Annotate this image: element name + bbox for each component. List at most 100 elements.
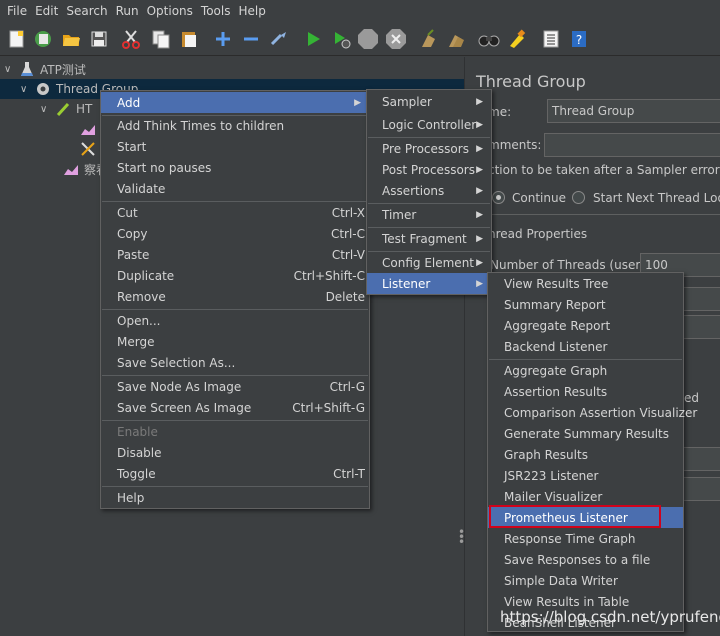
help-icon[interactable]: ? (568, 28, 590, 50)
menu-item-copy[interactable]: Copy Ctrl-C (101, 223, 369, 244)
save-icon[interactable] (88, 28, 110, 50)
stop-icon[interactable] (357, 28, 379, 50)
menu-item-start[interactable]: Start (101, 136, 369, 157)
loop-count-field[interactable] (682, 315, 720, 339)
splitter-grip-icon[interactable]: • • • (458, 526, 465, 548)
menu-item-view-results-tree[interactable]: View Results Tree (488, 273, 683, 294)
menu-item-save-screen-image[interactable]: Save Screen As Image Ctrl+Shift-G (101, 397, 369, 418)
templates-icon[interactable] (32, 28, 54, 50)
menu-help[interactable]: Help (234, 4, 269, 18)
function-helper-icon[interactable] (540, 28, 562, 50)
menu-item-mailer-visualizer[interactable]: Mailer Visualizer (488, 486, 683, 507)
menu-tools[interactable]: Tools (197, 4, 235, 18)
menu-options[interactable]: Options (143, 4, 197, 18)
shutdown-icon[interactable] (385, 28, 407, 50)
menu-item-config-element[interactable]: Config Element ▶ (367, 252, 491, 273)
menu-item-aggregate-graph[interactable]: Aggregate Graph (488, 360, 683, 381)
menu-item-disable[interactable]: Disable (101, 442, 369, 463)
menu-item-save-selection[interactable]: Save Selection As... (101, 352, 369, 373)
add-submenu: Sampler ▶ Logic Controller ▶ Pre Processor… (366, 89, 492, 295)
menu-item-comparison-assertion-visualizer[interactable]: Comparison Assertion Visualizer (488, 402, 697, 423)
menu-item-listener[interactable]: Listener ▶ (367, 273, 491, 294)
menu-file[interactable]: File (3, 4, 31, 18)
collapse-arrow-icon[interactable]: ∨ (40, 104, 54, 115)
tools-icon (80, 141, 96, 157)
ramp-up-field[interactable] (682, 287, 720, 311)
test-plan-icon (18, 61, 36, 77)
duration-field[interactable] (682, 447, 720, 471)
partial-label: ed (684, 391, 699, 405)
menu-item-help[interactable]: Help (101, 487, 369, 508)
menu-bar: File Edit Search Run Options Tools Help (0, 0, 720, 22)
submenu-arrow-icon: ▶ (476, 185, 483, 196)
menu-item-save-node-image[interactable]: Save Node As Image Ctrl-G (101, 376, 369, 397)
menu-item-open[interactable]: Open... (101, 310, 369, 331)
continue-radio[interactable] (492, 191, 505, 204)
new-icon[interactable] (6, 28, 28, 50)
clear-icon[interactable] (418, 28, 440, 50)
menu-edit[interactable]: Edit (31, 4, 62, 18)
collapse-icon[interactable] (240, 28, 262, 50)
menu-item-assertions[interactable]: Assertions ▶ (367, 180, 491, 201)
continue-label: Continue (512, 191, 566, 205)
menu-item-sampler[interactable]: Sampler ▶ (367, 91, 491, 112)
name-field[interactable]: Thread Group (547, 99, 720, 123)
menu-item-jsr223-listener[interactable]: JSR223 Listener (488, 465, 683, 486)
menu-item-aggregate-report[interactable]: Aggregate Report (488, 315, 683, 336)
menu-item-paste[interactable]: Paste Ctrl-V (101, 244, 369, 265)
clear-all-icon[interactable] (446, 28, 468, 50)
thread-properties-label: hread Properties (488, 227, 588, 241)
menu-item-summary-report[interactable]: Summary Report (488, 294, 683, 315)
menu-item-simple-data-writer[interactable]: Simple Data Writer (488, 570, 683, 591)
menu-search[interactable]: Search (62, 4, 111, 18)
toggle-icon[interactable] (268, 28, 290, 50)
menu-item-cut[interactable]: Cut Ctrl-X (101, 202, 369, 223)
menu-item-test-fragment[interactable]: Test Fragment ▶ (367, 228, 491, 249)
menu-item-validate[interactable]: Validate (101, 178, 369, 199)
menu-item-generate-summary-results[interactable]: Generate Summary Results (488, 423, 683, 444)
collapse-arrow-icon[interactable]: ∨ (20, 84, 34, 95)
tree-label-http: HT (76, 102, 93, 116)
menu-item-response-time-graph[interactable]: Response Time Graph (488, 528, 683, 549)
startup-delay-field[interactable] (682, 477, 720, 501)
submenu-arrow-icon: ▶ (476, 119, 483, 130)
listener-submenu: View Results Tree Summary Report Aggrega… (487, 272, 697, 632)
paste-icon[interactable] (178, 28, 200, 50)
collapse-arrow-icon[interactable]: ∨ (4, 64, 18, 75)
menu-run[interactable]: Run (112, 4, 143, 18)
menu-item-pre-processors[interactable]: Pre Processors ▶ (367, 138, 491, 159)
tree-node-child-2[interactable] (80, 139, 100, 159)
submenu-arrow-icon: ▶ (476, 143, 483, 154)
menu-item-add[interactable]: Add ▶ (101, 92, 369, 113)
cut-icon[interactable] (120, 28, 142, 50)
comments-field[interactable] (544, 133, 720, 157)
copy-icon[interactable] (150, 28, 172, 50)
menu-item-backend-listener[interactable]: Backend Listener (488, 336, 683, 357)
menu-item-start-no-pauses[interactable]: Start no pauses (101, 157, 369, 178)
menu-item-remove[interactable]: Remove Delete (101, 286, 369, 307)
menu-item-merge[interactable]: Merge (101, 331, 369, 352)
menu-item-graph-results[interactable]: Graph Results (488, 444, 683, 465)
submenu-arrow-icon: ▶ (476, 233, 483, 244)
context-menu: Add ▶ Add Think Times to children Start S… (100, 90, 370, 509)
menu-item-logic-controller[interactable]: Logic Controller ▶ (367, 114, 491, 135)
start-next-loop-radio[interactable] (572, 191, 585, 204)
menu-item-post-processors[interactable]: Post Processors ▶ (367, 159, 491, 180)
open-icon[interactable] (60, 28, 82, 50)
expand-icon[interactable] (212, 28, 234, 50)
menu-item-assertion-results[interactable]: Assertion Results (488, 381, 683, 402)
tree-label-root: ATP测试 (40, 62, 86, 77)
start-icon[interactable] (302, 28, 324, 50)
tree-node-root[interactable]: ∨ ATP测试 (4, 59, 304, 79)
reset-search-icon[interactable] (506, 28, 528, 50)
menu-item-save-responses[interactable]: Save Responses to a file (488, 549, 683, 570)
tree-node-child-1[interactable] (80, 119, 100, 139)
menu-item-add-think-times[interactable]: Add Think Times to children (101, 115, 369, 136)
menu-item-duplicate[interactable]: Duplicate Ctrl+Shift-C (101, 265, 369, 286)
submenu-arrow-icon: ▶ (476, 164, 483, 175)
search-icon[interactable] (478, 28, 500, 50)
menu-item-toggle[interactable]: Toggle Ctrl-T (101, 463, 369, 484)
menu-item-timer[interactable]: Timer ▶ (367, 204, 491, 225)
comments-label: mments: (488, 138, 542, 152)
start-no-pauses-icon[interactable] (330, 28, 352, 50)
